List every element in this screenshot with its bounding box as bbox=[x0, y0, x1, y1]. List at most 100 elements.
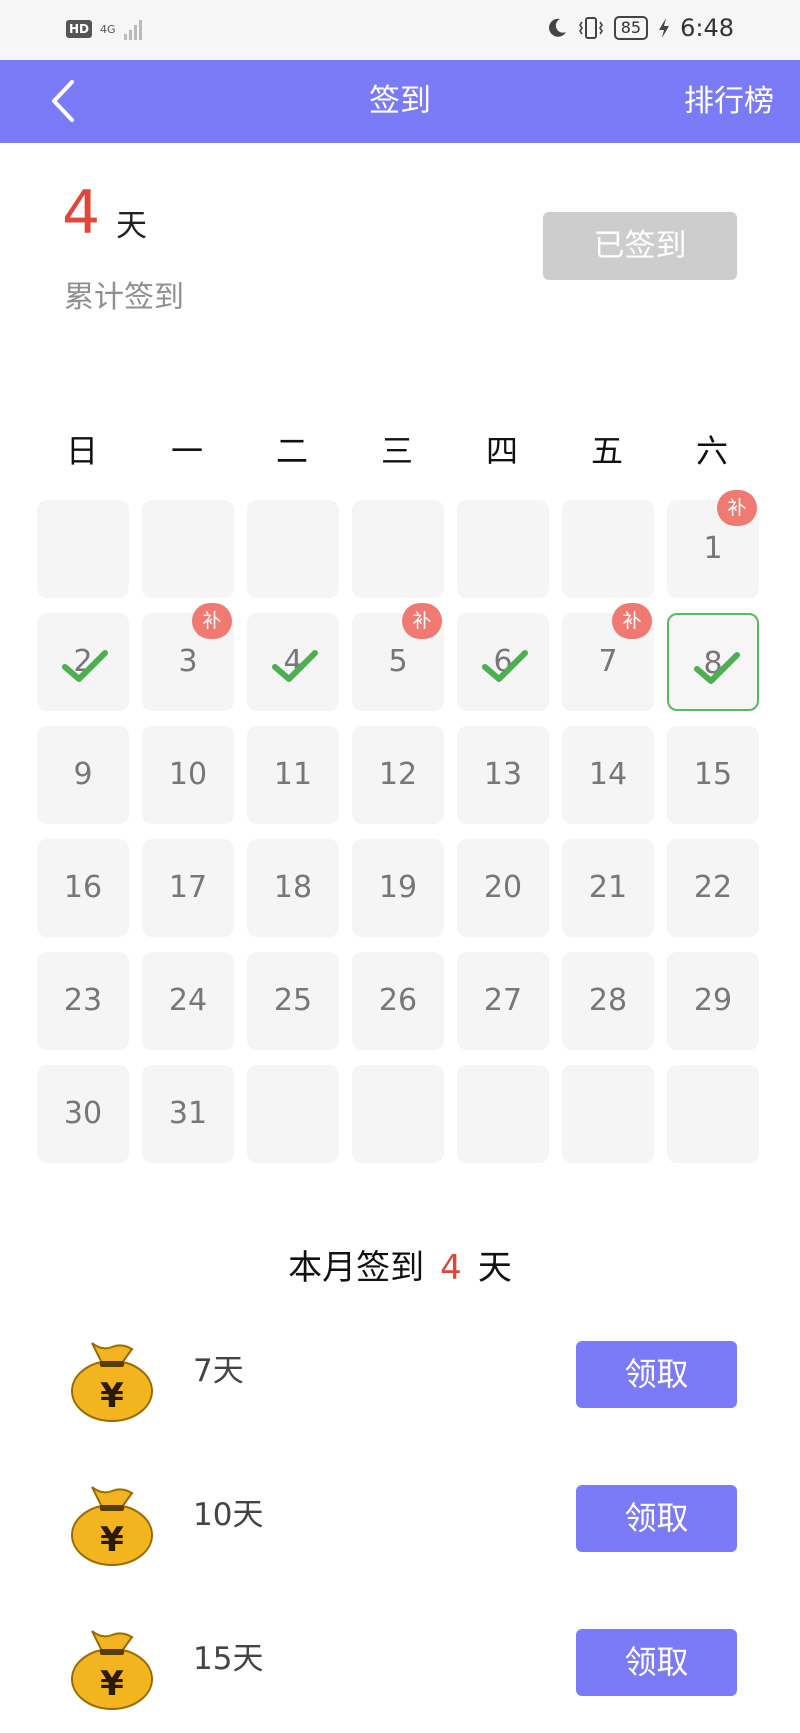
calendar-day-20[interactable]: 20 bbox=[457, 839, 549, 937]
calendar-day-10[interactable]: 10 bbox=[142, 726, 234, 824]
calendar-day-30[interactable]: 30 bbox=[37, 1065, 129, 1163]
day-number: 23 bbox=[63, 983, 103, 1018]
monthly-count: 4 bbox=[440, 1248, 462, 1288]
reward-row: ¥ 15天 领取 bbox=[0, 1603, 800, 1713]
vibrate-icon bbox=[578, 17, 603, 39]
calendar-day-8[interactable]: 8 bbox=[667, 613, 759, 711]
leaderboard-link[interactable]: 排行榜 bbox=[684, 60, 774, 143]
day-number: 16 bbox=[63, 870, 103, 905]
calendar-empty-cell bbox=[37, 500, 129, 598]
weekday-thu: 四 bbox=[485, 432, 518, 470]
checkmark-icon bbox=[62, 650, 108, 682]
day-number: 13 bbox=[483, 757, 523, 792]
weekday-sun: 日 bbox=[65, 432, 98, 470]
day-number: 11 bbox=[273, 757, 313, 792]
calendar-day-18[interactable]: 18 bbox=[247, 839, 339, 937]
day-number: 29 bbox=[693, 983, 733, 1018]
battery-icon: 85 bbox=[613, 16, 649, 40]
svg-text:¥: ¥ bbox=[100, 1376, 124, 1416]
makeup-badge[interactable]: 补 bbox=[612, 603, 652, 639]
calendar-day-24[interactable]: 24 bbox=[142, 952, 234, 1050]
day-number: 19 bbox=[378, 870, 418, 905]
calendar-day-26[interactable]: 26 bbox=[352, 952, 444, 1050]
title-bar: 签到 排行榜 bbox=[0, 60, 800, 143]
calendar-day-16[interactable]: 16 bbox=[37, 839, 129, 937]
day-number: 27 bbox=[483, 983, 523, 1018]
reward-label: 15天 bbox=[193, 1641, 264, 1677]
day-number: 26 bbox=[378, 983, 418, 1018]
money-bag-icon: ¥ bbox=[71, 1630, 153, 1710]
calendar-day-5[interactable]: 5补 bbox=[352, 603, 444, 711]
calendar-day-6[interactable]: 6 bbox=[457, 613, 549, 711]
day-number: 10 bbox=[168, 757, 208, 792]
calendar-day-21[interactable]: 21 bbox=[562, 839, 654, 937]
day-number: 9 bbox=[73, 757, 93, 792]
calendar-day-25[interactable]: 25 bbox=[247, 952, 339, 1050]
calendar-day-23[interactable]: 23 bbox=[37, 952, 129, 1050]
calendar-day-7[interactable]: 7补 bbox=[562, 603, 654, 711]
money-bag-icon: ¥ bbox=[71, 1342, 153, 1422]
calendar-day-15[interactable]: 15 bbox=[667, 726, 759, 824]
money-bag-icon: ¥ bbox=[71, 1486, 153, 1566]
signed-in-button[interactable]: 已签到 bbox=[543, 212, 737, 280]
calendar-day-12[interactable]: 12 bbox=[352, 726, 444, 824]
svg-text:¥: ¥ bbox=[100, 1664, 124, 1704]
calendar-empty-cell bbox=[247, 1065, 339, 1163]
day-number: 17 bbox=[168, 870, 208, 905]
calendar-empty-cell bbox=[142, 500, 234, 598]
checkmark-icon bbox=[482, 650, 528, 682]
weekday-fri: 五 bbox=[590, 432, 623, 470]
day-number: 31 bbox=[168, 1096, 208, 1131]
makeup-badge[interactable]: 补 bbox=[402, 603, 442, 639]
claim-button[interactable]: 领取 bbox=[576, 1341, 737, 1408]
day-number: 22 bbox=[693, 870, 733, 905]
calendar-empty-cell bbox=[457, 500, 549, 598]
calendar-day-29[interactable]: 29 bbox=[667, 952, 759, 1050]
calendar-empty-cell bbox=[562, 500, 654, 598]
signal-icon bbox=[123, 18, 142, 40]
calendar-day-17[interactable]: 17 bbox=[142, 839, 234, 937]
calendar-day-13[interactable]: 13 bbox=[457, 726, 549, 824]
day-number: 24 bbox=[168, 983, 208, 1018]
day-number: 12 bbox=[378, 757, 418, 792]
weekday-wed: 三 bbox=[380, 432, 413, 470]
calendar-day-19[interactable]: 19 bbox=[352, 839, 444, 937]
calendar-day-22[interactable]: 22 bbox=[667, 839, 759, 937]
calendar-day-3[interactable]: 3补 bbox=[142, 603, 234, 711]
day-number: 18 bbox=[273, 870, 313, 905]
status-left: HD 4G bbox=[66, 18, 142, 40]
day-number: 21 bbox=[588, 870, 628, 905]
day-number: 14 bbox=[588, 757, 628, 792]
network-type: 4G bbox=[100, 22, 116, 36]
monthly-suffix: 天 bbox=[477, 1248, 512, 1288]
calendar-day-9[interactable]: 9 bbox=[37, 726, 129, 824]
calendar-empty-cell bbox=[457, 1065, 549, 1163]
calendar-day-28[interactable]: 28 bbox=[562, 952, 654, 1050]
svg-text:¥: ¥ bbox=[100, 1520, 124, 1560]
claim-button[interactable]: 领取 bbox=[576, 1629, 737, 1696]
reward-label: 10天 bbox=[193, 1497, 264, 1533]
status-right: 85 6:48 bbox=[546, 14, 734, 42]
weekday-sat: 六 bbox=[695, 432, 728, 470]
hd-badge: HD bbox=[66, 20, 93, 38]
calendar-day-4[interactable]: 4 bbox=[247, 613, 339, 711]
makeup-badge[interactable]: 补 bbox=[192, 603, 232, 639]
day-number: 20 bbox=[483, 870, 523, 905]
calendar-empty-cell bbox=[352, 1065, 444, 1163]
calendar-empty-cell bbox=[352, 500, 444, 598]
page-title: 签到 bbox=[369, 83, 431, 119]
calendar-day-31[interactable]: 31 bbox=[142, 1065, 234, 1163]
calendar-day-1[interactable]: 1补 bbox=[667, 490, 759, 598]
day-number: 28 bbox=[588, 983, 628, 1018]
makeup-badge[interactable]: 补 bbox=[717, 490, 757, 526]
calendar-day-2[interactable]: 2 bbox=[37, 613, 129, 711]
claim-button[interactable]: 领取 bbox=[576, 1485, 737, 1552]
day-number: 15 bbox=[693, 757, 733, 792]
calendar-empty-cell bbox=[562, 1065, 654, 1163]
weekday-header: 日 一 二 三 四 五 六 bbox=[36, 428, 764, 474]
calendar-day-27[interactable]: 27 bbox=[457, 952, 549, 1050]
calendar-empty-cell bbox=[247, 500, 339, 598]
calendar-day-14[interactable]: 14 bbox=[562, 726, 654, 824]
charging-icon bbox=[659, 18, 670, 38]
calendar-day-11[interactable]: 11 bbox=[247, 726, 339, 824]
